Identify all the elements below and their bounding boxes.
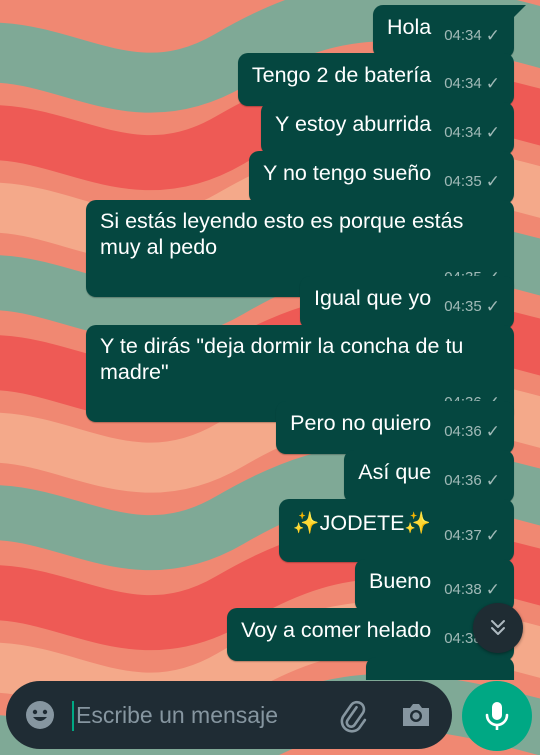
message-time: 04:34 ✓ bbox=[444, 71, 500, 97]
message-text: Bueno bbox=[369, 569, 432, 593]
message-time: 04:35✓ bbox=[444, 169, 500, 195]
emoji-icon[interactable] bbox=[24, 699, 56, 731]
message-text: Y te dirás "deja dormir la concha de tu … bbox=[100, 334, 464, 384]
message-bubble[interactable]: Así que 04:36 ✓ bbox=[344, 450, 514, 503]
sent-check-icon: ✓ bbox=[485, 172, 500, 191]
message-text: Y estoy aburrida bbox=[275, 112, 432, 136]
text-cursor bbox=[72, 701, 74, 731]
sent-check-icon: ✓ bbox=[485, 422, 500, 441]
message-text: ✨JODETE✨ bbox=[292, 511, 432, 535]
message-text: Pero no quiero bbox=[290, 411, 432, 435]
message-text: Tengo 2 de batería bbox=[251, 63, 432, 87]
message-bubble[interactable]: ✨JODETE✨ 04:37 ✓ bbox=[278, 499, 514, 562]
sent-check-icon: ✓ bbox=[485, 26, 500, 45]
message-text: Y no tengo sueño bbox=[263, 161, 432, 185]
message-text: Igual que yo bbox=[314, 286, 432, 310]
sent-check-icon: ✓ bbox=[485, 580, 500, 599]
sent-check-icon: ✓ bbox=[485, 123, 500, 142]
message-time: 04:37 ✓ bbox=[444, 523, 500, 549]
message-bubble[interactable]: Y no tengo sueño 04:35 ✓ bbox=[249, 151, 514, 204]
camera-icon[interactable] bbox=[400, 701, 432, 729]
message-time: 04:34 ✓ bbox=[444, 120, 500, 146]
scroll-to-bottom-button[interactable] bbox=[473, 603, 523, 653]
message-time: 04:38✓ bbox=[444, 577, 500, 603]
message-bubble[interactable]: Igual que yo 04:35 ✓ bbox=[300, 276, 514, 329]
sent-check-icon: ✓ bbox=[485, 297, 500, 316]
message-time: 04:35✓ bbox=[444, 294, 500, 320]
sent-check-icon: ✓ bbox=[485, 74, 500, 93]
message-time: 04:36✓ bbox=[444, 468, 500, 494]
sent-check-icon: ✓ bbox=[485, 471, 500, 490]
message-text: Hola bbox=[386, 15, 432, 39]
message-list[interactable]: Hola 04:34 ✓ Tengo 2 de batería 04:34 ✓ Y es… bbox=[0, 0, 540, 680]
message-bubble[interactable]: Tengo 2 de batería 04:34 ✓ bbox=[237, 53, 514, 106]
message-input[interactable]: Escribe un mensaje bbox=[76, 702, 278, 729]
message-bubble[interactable]: Y estoy aburrida 04:34 ✓ bbox=[261, 102, 514, 155]
sent-check-icon: ✓ bbox=[485, 526, 500, 545]
message-bubble[interactable]: Pero no quiero 04:36 ✓ bbox=[276, 401, 514, 454]
message-time: 04:34 ✓ bbox=[444, 23, 500, 49]
double-chevron-down-icon bbox=[491, 620, 505, 635]
message-bubble[interactable]: Hola 04:34 ✓ bbox=[372, 5, 527, 58]
message-bubble[interactable]: Voy a comer helado04:38✓ bbox=[227, 608, 514, 661]
message-text: Así que bbox=[358, 460, 432, 484]
message-bubble-partial[interactable] bbox=[366, 657, 514, 680]
message-composer[interactable]: Escribe un mensaje bbox=[6, 681, 452, 749]
message-text: Si estás leyendo esto es porque estás mu… bbox=[100, 209, 464, 259]
paperclip-icon[interactable] bbox=[336, 699, 370, 733]
message-time: 04:36✓ bbox=[444, 419, 500, 445]
voice-record-button[interactable] bbox=[462, 681, 532, 751]
message-text: Voy a comer helado bbox=[241, 618, 432, 642]
microphone-icon bbox=[485, 702, 509, 730]
